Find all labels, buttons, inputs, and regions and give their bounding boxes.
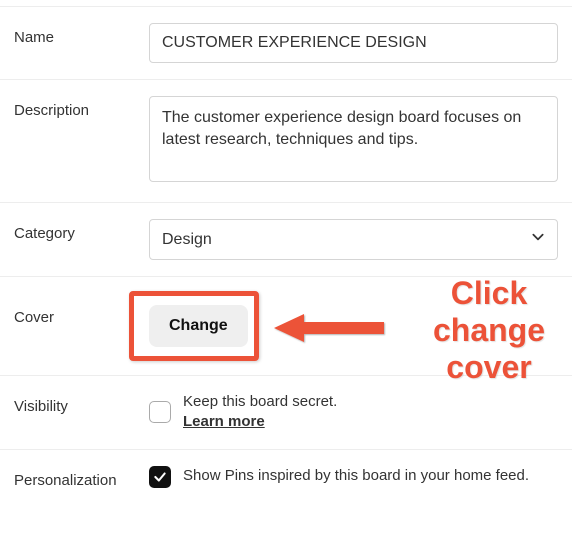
- row-cover: Cover Change Click change cover: [0, 277, 572, 376]
- row-personalization: Personalization Show Pins inspired by th…: [0, 450, 572, 511]
- change-cover-button[interactable]: Change: [149, 305, 248, 347]
- name-input[interactable]: [149, 23, 558, 63]
- label-cover: Cover: [14, 305, 149, 326]
- learn-more-link[interactable]: Learn more: [183, 413, 265, 430]
- board-settings-form: Name Description Category Design Cover: [0, 6, 572, 511]
- label-category: Category: [14, 219, 149, 242]
- row-visibility: Visibility Keep this board secret. Learn…: [0, 376, 572, 450]
- visibility-text: Keep this board secret.: [183, 392, 337, 412]
- label-name: Name: [14, 23, 149, 46]
- row-name: Name: [0, 6, 572, 80]
- label-description: Description: [14, 96, 149, 119]
- row-description: Description: [0, 80, 572, 203]
- row-category: Category Design: [0, 203, 572, 277]
- label-visibility: Visibility: [14, 392, 149, 415]
- category-select[interactable]: Design: [149, 219, 558, 260]
- personalization-checkbox[interactable]: [149, 466, 171, 488]
- visibility-text-block: Keep this board secret. Learn more: [183, 392, 337, 433]
- checkmark-icon: [153, 470, 167, 484]
- chevron-down-icon: [531, 230, 545, 249]
- visibility-checkbox[interactable]: [149, 401, 171, 423]
- annotation-arrow-icon: [269, 307, 389, 361]
- annotation-text: Click change cover: [399, 275, 572, 385]
- category-selected-value: Design: [162, 231, 212, 249]
- label-personalization: Personalization: [14, 466, 149, 489]
- personalization-text: Show Pins inspired by this board in your…: [183, 466, 529, 486]
- description-textarea[interactable]: [149, 96, 558, 182]
